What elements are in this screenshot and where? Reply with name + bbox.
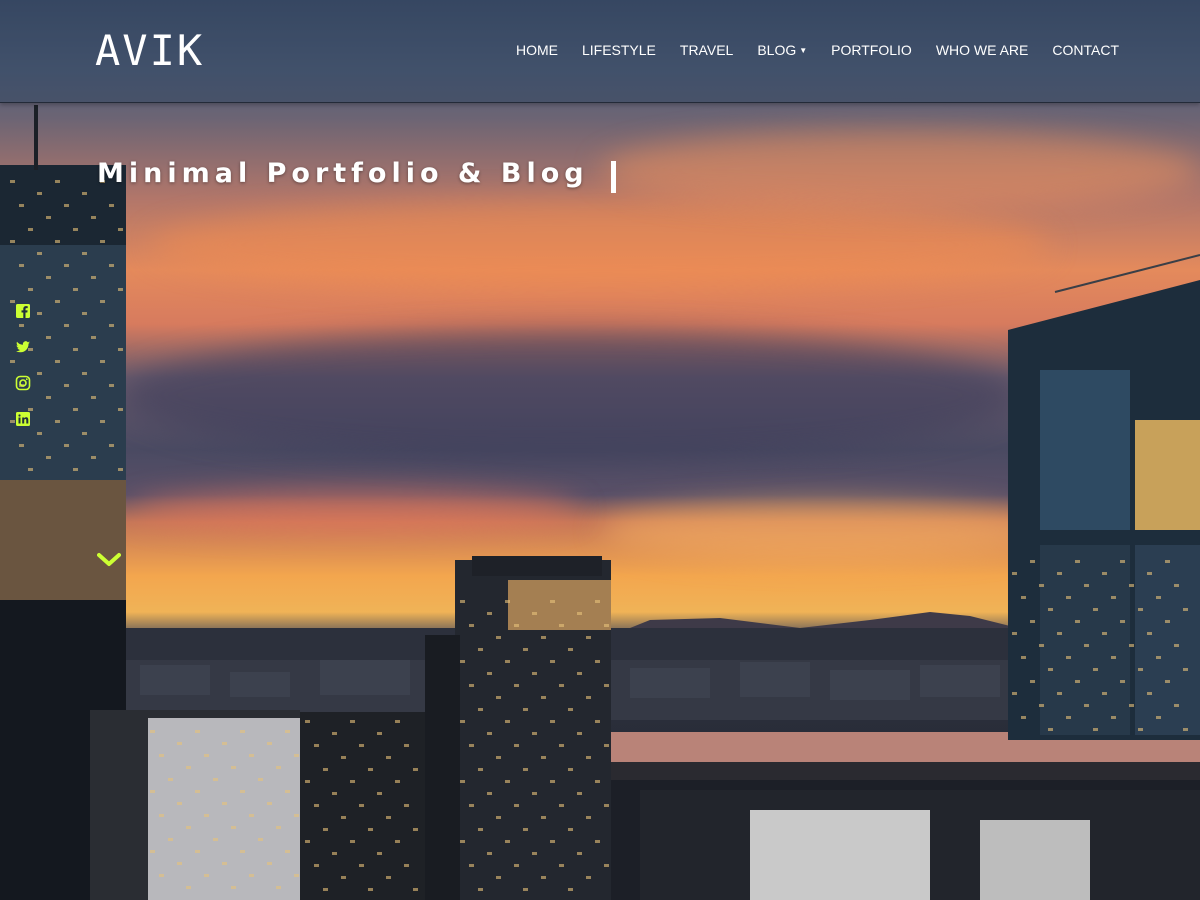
linkedin-icon[interactable] bbox=[15, 411, 31, 427]
instagram-icon[interactable] bbox=[15, 375, 31, 391]
nav-who-we-are[interactable]: WHO WE ARE bbox=[936, 42, 1029, 58]
nav-blog[interactable]: BLOG ▼ bbox=[757, 42, 807, 58]
nav-item-label: HOME bbox=[515, 42, 558, 58]
nav-contact[interactable]: CONTACT bbox=[1052, 42, 1119, 58]
nav-item-label: PORTFOLIO bbox=[831, 42, 912, 58]
window-lights bbox=[10, 180, 1188, 891]
nav-item-label: CONTACT bbox=[1052, 42, 1119, 58]
hero-background bbox=[0, 0, 1200, 900]
nav-item-label: BLOG bbox=[757, 42, 797, 58]
social-links bbox=[15, 303, 31, 427]
nav-lifestyle[interactable]: LIFESTYLE bbox=[582, 42, 656, 58]
site-logo[interactable]: AVIK bbox=[95, 26, 204, 75]
nav-travel[interactable]: TRAVEL bbox=[680, 42, 733, 58]
hero-title: Minimal Portfolio & Blog bbox=[97, 158, 589, 189]
twitter-icon[interactable] bbox=[15, 339, 31, 355]
facebook-icon[interactable] bbox=[15, 303, 31, 319]
nav-item-label: WHO WE ARE bbox=[935, 42, 1029, 58]
typing-cursor bbox=[611, 161, 616, 193]
chevron-down-icon[interactable] bbox=[97, 551, 121, 569]
nav-item-label: LIFESTYLE bbox=[581, 42, 656, 58]
main-nav: HOME LIFESTYLE TRAVEL BLOG ▼ PORTFOLIO WHO WE … bbox=[516, 42, 1119, 58]
navbar: AVIK HOME LIFESTYLE TRAVEL BLOG ▼ PORTFOLIO WH… bbox=[0, 0, 1200, 103]
nav-item-label: TRAVEL bbox=[679, 42, 734, 58]
caret-down-icon: ▼ bbox=[799, 46, 808, 55]
nav-home[interactable]: HOME bbox=[516, 42, 558, 58]
nav-portfolio[interactable]: PORTFOLIO bbox=[831, 42, 912, 58]
